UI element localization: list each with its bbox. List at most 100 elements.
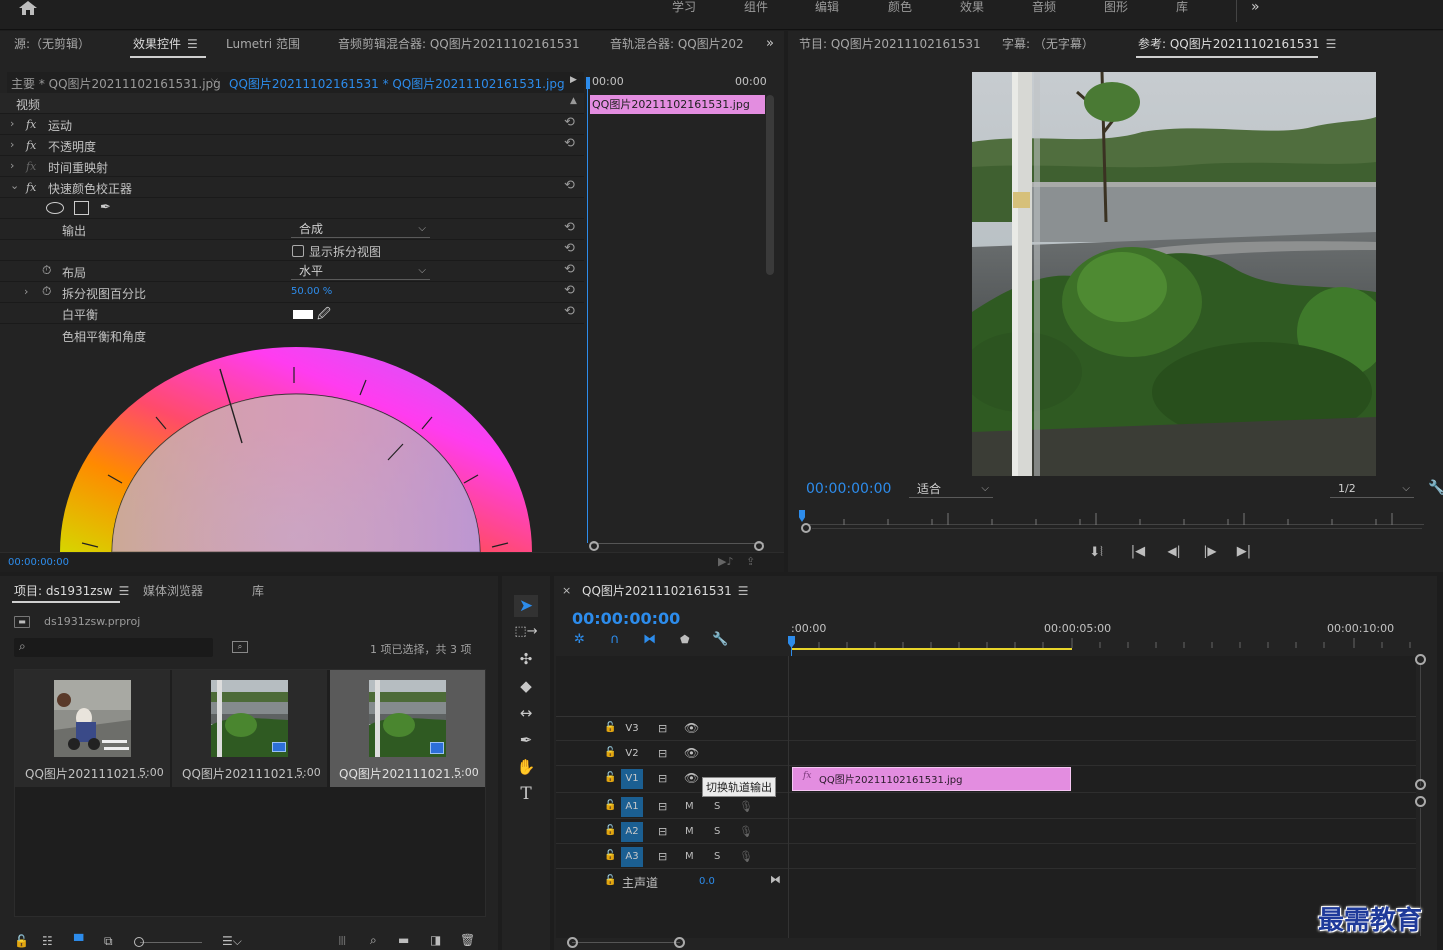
- reset-icon[interactable]: ⟲: [564, 220, 575, 235]
- sort-icon[interactable]: ☰⌵: [222, 934, 242, 949]
- linked-selection-icon[interactable]: ⧓: [643, 632, 656, 647]
- fx-icon[interactable]: fx: [26, 118, 36, 131]
- effect-row-time-remap[interactable]: › fx 时间重映射: [0, 156, 584, 177]
- project-search-box[interactable]: ⌕: [14, 638, 213, 657]
- track-lock-icon[interactable]: 🔓: [604, 772, 616, 783]
- automate-icon[interactable]: Ⅲ: [338, 934, 346, 948]
- pen-tool-icon[interactable]: ✒: [514, 729, 538, 751]
- find-icon[interactable]: ⌕: [370, 933, 377, 948]
- tab-audio-track-mixer[interactable]: 音轨混合器: QQ图片202: [610, 31, 744, 57]
- microphone-icon[interactable]: 🎙: [739, 850, 753, 863]
- zoom-handle-left[interactable]: [567, 937, 578, 948]
- collapse-chevron-icon[interactable]: ⌄: [10, 179, 19, 192]
- lock-icon[interactable]: 🔓: [14, 934, 29, 948]
- sequence-clip-label[interactable]: QQ图片20211102161531 * QQ图片20211102161531.…: [229, 75, 565, 92]
- track-lock-icon[interactable]: 🔓: [604, 800, 616, 811]
- workspace-graphics[interactable]: 图形: [1104, 0, 1128, 14]
- selection-tool-icon[interactable]: ➤: [514, 595, 538, 617]
- add-marker-icon[interactable]: ⬟: [680, 633, 690, 646]
- track-target-v2[interactable]: V2: [621, 744, 643, 764]
- tab-lumetri-scopes[interactable]: Lumetri 范围: [226, 31, 300, 57]
- new-bin-from-search-icon[interactable]: ⌕: [232, 641, 248, 653]
- audio-scroll-handle-top[interactable]: [1415, 796, 1426, 807]
- tab-timeline-sequence[interactable]: QQ图片20211102161531 ☰: [582, 578, 749, 604]
- sync-lock-icon[interactable]: ⊟: [658, 722, 667, 735]
- tab-reference[interactable]: 参考: QQ图片20211102161531 ☰: [1138, 31, 1336, 57]
- track-target-v3[interactable]: V3: [621, 719, 643, 739]
- split-view-checkbox[interactable]: [292, 245, 304, 257]
- reset-icon[interactable]: ⟲: [564, 115, 575, 130]
- reset-icon[interactable]: ⟲: [564, 136, 575, 151]
- export-icon[interactable]: ⇪: [746, 555, 755, 568]
- stopwatch-icon[interactable]: ⏱: [42, 263, 51, 278]
- play-audio-icon[interactable]: ▶♪: [718, 555, 733, 568]
- sync-lock-icon[interactable]: ⊟: [658, 800, 667, 813]
- go-to-end-icon[interactable]: ⧓: [770, 873, 781, 886]
- split-percent-value[interactable]: 50.00 %: [291, 286, 332, 297]
- panel-menu-icon[interactable]: ☰: [738, 584, 749, 598]
- layout-dropdown[interactable]: 水平 ⌵: [291, 263, 430, 280]
- nest-toggle-icon[interactable]: ✲: [574, 632, 585, 647]
- zoom-handle-right[interactable]: [674, 937, 685, 948]
- type-tool-icon[interactable]: T: [514, 783, 538, 805]
- mute-button[interactable]: M: [685, 801, 694, 812]
- project-item-1[interactable]: QQ图片2021110​21... 5:00: [15, 670, 170, 787]
- expand-chevron-icon[interactable]: ›: [10, 117, 14, 130]
- workspace-more-icon[interactable]: »: [1251, 0, 1260, 14]
- track-target-a1[interactable]: A1: [621, 797, 643, 817]
- eye-icon[interactable]: 👁: [684, 721, 699, 735]
- fx-icon[interactable]: fx: [26, 139, 36, 152]
- panel-menu-icon[interactable]: ☰: [187, 37, 198, 51]
- freeform-view-icon[interactable]: ⧉: [104, 934, 113, 949]
- close-icon[interactable]: ×: [562, 584, 571, 597]
- new-bin-icon[interactable]: ▬: [398, 933, 409, 947]
- tab-media-browser[interactable]: 媒体浏览器: [143, 578, 203, 604]
- pen-mask-icon[interactable]: ✒: [100, 200, 111, 215]
- timeline-timecode[interactable]: 00:00:00:00: [572, 609, 680, 628]
- mini-playhead[interactable]: [587, 77, 588, 543]
- work-area-bar[interactable]: [792, 648, 1072, 650]
- panel-menu-icon[interactable]: ☰: [1326, 37, 1337, 51]
- sync-lock-icon[interactable]: ⊟: [658, 850, 667, 863]
- new-item-icon[interactable]: ◨: [430, 933, 441, 947]
- tab-effect-controls[interactable]: 效果控件 ☰: [133, 31, 198, 57]
- eyedropper-icon[interactable]: 🖉: [317, 305, 331, 327]
- video-scroll-handle-bottom[interactable]: [1415, 779, 1426, 790]
- track-lock-icon[interactable]: 🔓: [604, 825, 616, 836]
- mute-button[interactable]: M: [685, 826, 694, 837]
- timeline-settings-wrench-icon[interactable]: 🔧: [712, 632, 728, 647]
- reset-icon[interactable]: ⟲: [564, 178, 575, 193]
- marker-icon[interactable]: ⬇⦚: [1084, 545, 1108, 560]
- mini-scrollbar[interactable]: [766, 95, 774, 275]
- workspace-assembly[interactable]: 组件: [744, 0, 768, 14]
- video-scrollbar-track[interactable]: [1420, 664, 1421, 786]
- panel-menu-icon[interactable]: ☰: [119, 584, 130, 598]
- tab-program[interactable]: 节目: QQ图片20211102161531: [799, 31, 981, 57]
- hand-tool-icon[interactable]: ✋: [514, 756, 538, 778]
- home-icon[interactable]: [18, 0, 38, 16]
- wrench-icon[interactable]: 🔧: [1428, 480, 1443, 496]
- track-lock-icon[interactable]: 🔓: [604, 747, 616, 758]
- white-swatch[interactable]: [293, 310, 313, 319]
- master-volume-value[interactable]: 0.0: [699, 876, 715, 887]
- project-item-2[interactable]: QQ图片2021110​21... 5:00: [172, 670, 327, 787]
- sync-lock-icon[interactable]: ⊟: [658, 772, 667, 785]
- track-lock-icon[interactable]: 🔓: [604, 722, 616, 733]
- eye-icon[interactable]: 👁: [684, 771, 699, 785]
- track-lock-icon[interactable]: 🔓: [604, 875, 616, 886]
- reset-icon[interactable]: ⟲: [564, 241, 575, 256]
- collapse-up-icon[interactable]: ▲: [570, 96, 577, 106]
- expand-chevron-icon[interactable]: ›: [10, 159, 14, 172]
- reset-icon[interactable]: ⟲: [564, 304, 575, 319]
- step-back-icon[interactable]: ◀|: [1162, 544, 1186, 558]
- expand-right-icon[interactable]: ▶: [570, 75, 577, 85]
- stopwatch-icon[interactable]: ⏱: [42, 284, 51, 299]
- scroll-handle-left[interactable]: [589, 541, 599, 551]
- tab-source[interactable]: 源:（无剪辑）: [14, 31, 90, 57]
- reset-icon[interactable]: ⟲: [564, 262, 575, 277]
- snap-icon[interactable]: ∩: [610, 632, 620, 647]
- expand-chevron-icon[interactable]: ›: [24, 285, 28, 298]
- ellipse-mask-icon[interactable]: [46, 202, 64, 214]
- microphone-icon[interactable]: 🎙: [739, 825, 753, 838]
- razor-tool-icon[interactable]: ◆: [514, 675, 538, 697]
